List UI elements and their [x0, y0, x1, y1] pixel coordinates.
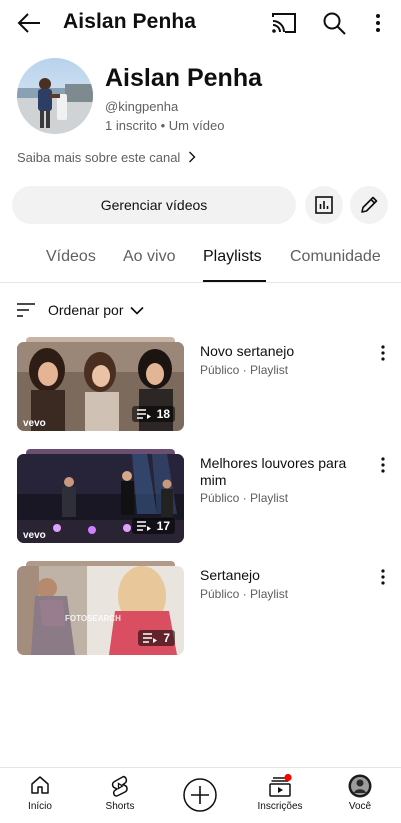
edit-pencil-icon — [358, 194, 380, 216]
video-count: 17 — [156, 519, 170, 533]
playlist-thumbnail[interactable]: vevo 17 — [17, 449, 184, 549]
sort-icon — [16, 302, 36, 318]
channel-tabs: Vídeos Ao vivo Playlists Comunidade — [0, 240, 401, 283]
tab-community[interactable]: Comunidade — [290, 248, 381, 266]
sort-label: Ordenar por — [48, 302, 124, 318]
playlist-subtitle: Público · Playlist — [200, 363, 289, 377]
more-vertical-icon[interactable] — [376, 343, 390, 363]
playlist-subtitle: Público · Playlist — [200, 587, 289, 601]
thumbnail-image: FOTOSEARCH 7 — [17, 566, 184, 655]
nav-create[interactable] — [160, 768, 240, 823]
home-icon — [29, 774, 51, 796]
nav-home[interactable]: Início — [0, 768, 80, 823]
more-about-channel-link[interactable]: Saiba mais sobre este canal — [17, 148, 196, 166]
top-app-bar: Aislan Penha — [0, 0, 401, 46]
video-count: 7 — [163, 631, 170, 645]
video-count-badge: 17 — [131, 518, 175, 534]
create-plus-icon — [182, 777, 218, 813]
thumbnail-watermark: FOTOSEARCH — [65, 614, 121, 623]
thumbnail-image: vevo 17 — [17, 454, 184, 543]
analytics-icon — [314, 195, 334, 215]
thumbnail-watermark: vevo — [23, 418, 46, 429]
thumbnail-watermark: vevo — [23, 530, 46, 541]
channel-name: Aislan Penha — [105, 64, 262, 92]
nav-you-label: Você — [348, 801, 372, 812]
more-vertical-icon[interactable] — [376, 455, 390, 475]
cast-icon[interactable] — [270, 10, 298, 36]
tab-live[interactable]: Ao vivo — [123, 248, 175, 266]
playlist-thumbnail[interactable]: vevo 18 — [17, 337, 184, 437]
notification-dot — [284, 774, 292, 782]
playlist-title[interactable]: Novo sertanejo — [200, 343, 362, 360]
chevron-down-icon — [130, 306, 145, 315]
nav-shorts[interactable]: Shorts — [80, 768, 160, 823]
edit-channel-button[interactable] — [350, 186, 388, 224]
more-vertical-icon[interactable] — [366, 9, 390, 37]
back-arrow-icon[interactable] — [14, 9, 44, 37]
sort-dropdown[interactable]: Ordenar por — [16, 300, 145, 320]
playlist-icon — [136, 520, 152, 532]
playlist-item[interactable]: vevo 18 Novo sertanejo Público · Playlis… — [0, 337, 401, 437]
playlist-icon — [136, 408, 152, 420]
channel-avatar[interactable] — [17, 58, 93, 134]
subscriptions-icon — [268, 774, 292, 798]
shorts-icon — [109, 774, 131, 798]
playlist-icon — [142, 632, 158, 644]
nav-subscriptions-label: Inscrições — [257, 801, 303, 812]
search-icon[interactable] — [320, 9, 348, 37]
chevron-right-icon — [188, 151, 196, 163]
analytics-button[interactable] — [305, 186, 343, 224]
video-count-badge: 18 — [131, 406, 175, 422]
nav-shorts-label: Shorts — [105, 801, 135, 812]
playlist-item[interactable]: vevo 17 Melhores louvores para mim Públi… — [0, 449, 401, 549]
playlist-thumbnail[interactable]: FOTOSEARCH 7 — [17, 561, 184, 661]
nav-subscriptions[interactable]: Inscrições — [240, 768, 320, 823]
active-tab-indicator — [203, 280, 266, 282]
more-vertical-icon[interactable] — [376, 567, 390, 587]
playlist-title[interactable]: Sertanejo — [200, 567, 362, 584]
playlist-subtitle: Público · Playlist — [200, 491, 289, 505]
tab-videos[interactable]: Vídeos — [46, 248, 96, 266]
more-about-label: Saiba mais sobre este canal — [17, 149, 181, 165]
playlist-title[interactable]: Melhores louvores para mim — [200, 455, 362, 489]
thumbnail-image: vevo 18 — [17, 342, 184, 431]
nav-you[interactable]: Você — [320, 768, 400, 823]
playlist-item[interactable]: FOTOSEARCH 7 Sertanejo Público · Playlis… — [0, 561, 401, 661]
bottom-navigation: Início Shorts Inscrições Você — [0, 767, 401, 823]
page-title: Aislan Penha — [63, 10, 197, 33]
video-count-badge: 7 — [138, 630, 175, 646]
video-count: 18 — [156, 407, 170, 421]
manage-videos-button[interactable]: Gerenciar vídeos — [12, 186, 296, 224]
channel-handle: @kingpenha — [105, 99, 179, 114]
channel-stats: 1 inscrito • Um vídeo — [105, 118, 225, 133]
tab-playlists[interactable]: Playlists — [203, 248, 262, 266]
nav-home-label: Início — [28, 801, 52, 812]
profile-avatar-icon — [348, 774, 372, 798]
